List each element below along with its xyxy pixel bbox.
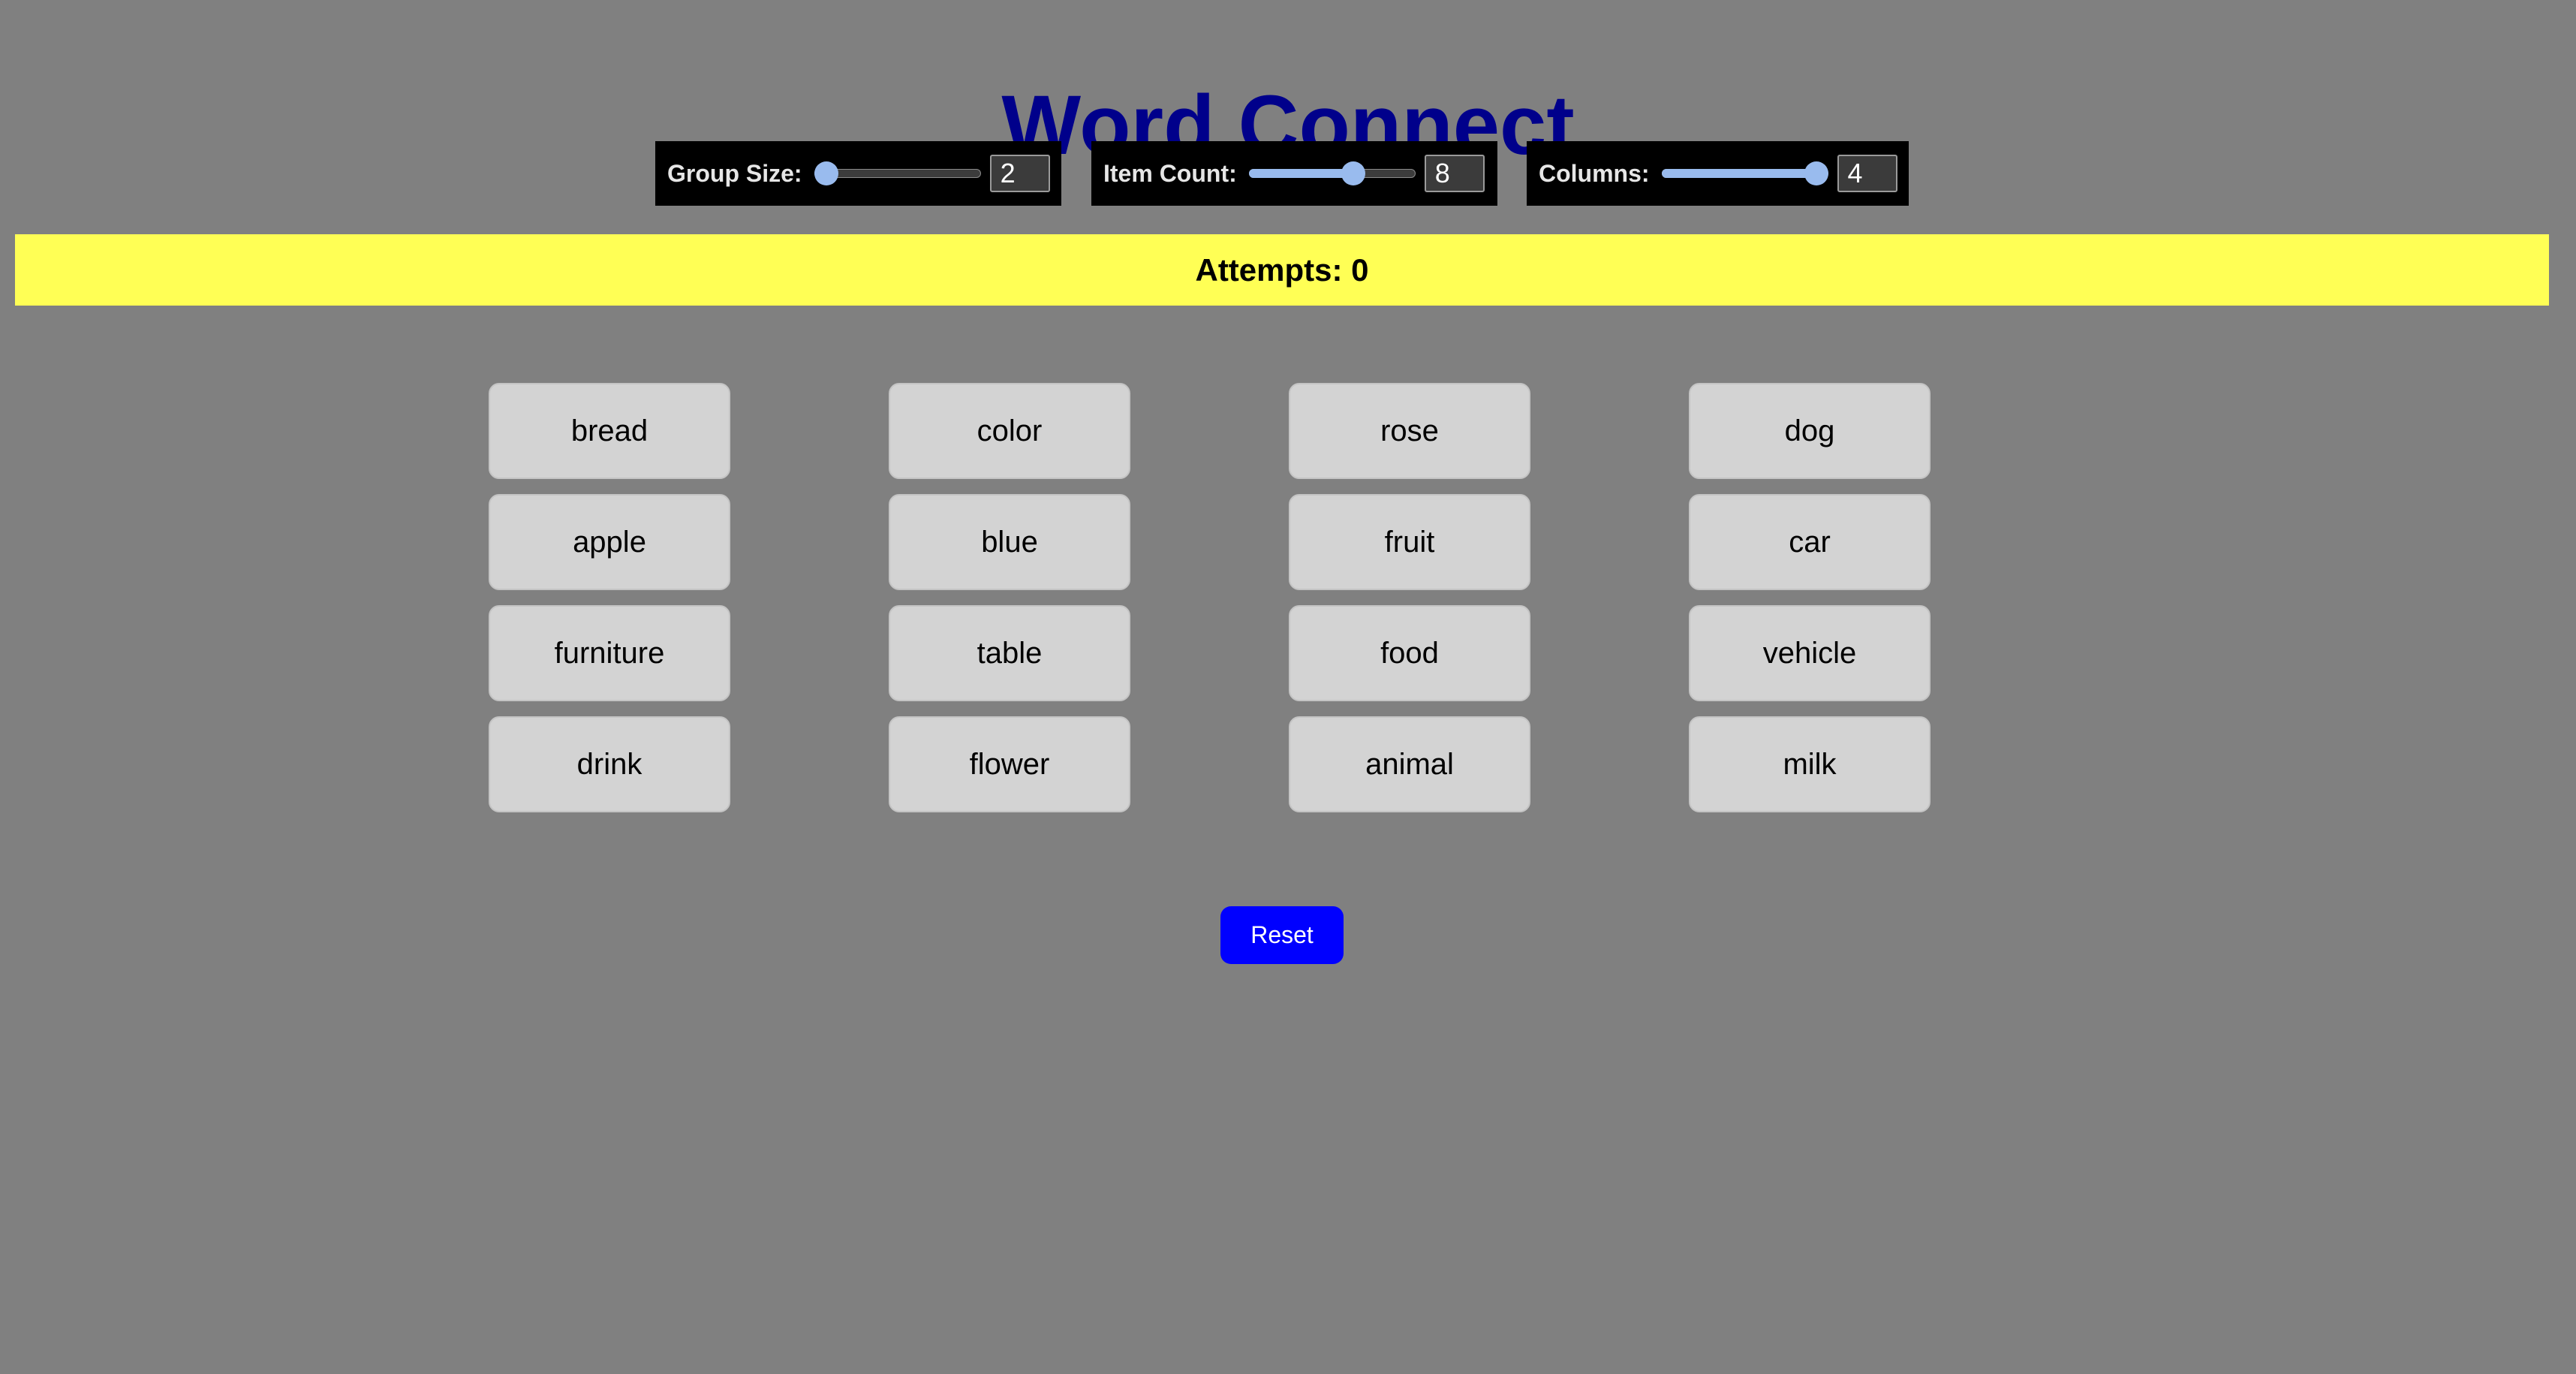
columns-label: Columns:	[1539, 159, 1650, 187]
word-card[interactable]: rose	[1289, 383, 1530, 479]
columns-input[interactable]: 4	[1837, 155, 1897, 192]
columns-control: Columns: 4	[1527, 141, 1909, 206]
word-card[interactable]: drink	[489, 716, 730, 812]
attempts-status-bar: Attempts: 0	[15, 234, 2549, 306]
group-size-control: Group Size: 2	[655, 141, 1061, 206]
slider-thumb[interactable]	[814, 161, 838, 185]
word-card[interactable]: vehicle	[1689, 605, 1930, 701]
word-card[interactable]: food	[1289, 605, 1530, 701]
columns-slider[interactable]	[1661, 161, 1828, 185]
slider-fill	[1248, 169, 1354, 178]
word-card[interactable]: bread	[489, 383, 730, 479]
word-card[interactable]: milk	[1689, 716, 1930, 812]
word-card[interactable]: animal	[1289, 716, 1530, 812]
item-count-slider[interactable]	[1248, 161, 1416, 185]
group-size-slider[interactable]	[814, 161, 981, 185]
group-size-label: Group Size:	[667, 159, 802, 187]
group-size-input[interactable]: 2	[989, 155, 1050, 192]
word-card[interactable]: furniture	[489, 605, 730, 701]
word-card[interactable]: dog	[1689, 383, 1930, 479]
slider-track	[814, 169, 981, 178]
word-card[interactable]: apple	[489, 494, 730, 590]
word-card-grid: bread color rose dog apple blue fruit ca…	[489, 383, 1930, 812]
slider-thumb[interactable]	[1341, 161, 1366, 185]
word-card[interactable]: blue	[889, 494, 1130, 590]
word-card[interactable]: car	[1689, 494, 1930, 590]
word-card[interactable]: flower	[889, 716, 1130, 812]
word-card[interactable]: table	[889, 605, 1130, 701]
slider-thumb[interactable]	[1804, 161, 1828, 185]
item-count-input[interactable]: 8	[1424, 155, 1485, 192]
word-card[interactable]: color	[889, 383, 1130, 479]
item-count-label: Item Count:	[1103, 159, 1237, 187]
reset-button[interactable]: Reset	[1220, 906, 1344, 964]
word-card[interactable]: fruit	[1289, 494, 1530, 590]
item-count-control: Item Count: 8	[1091, 141, 1497, 206]
slider-fill	[1661, 169, 1816, 178]
